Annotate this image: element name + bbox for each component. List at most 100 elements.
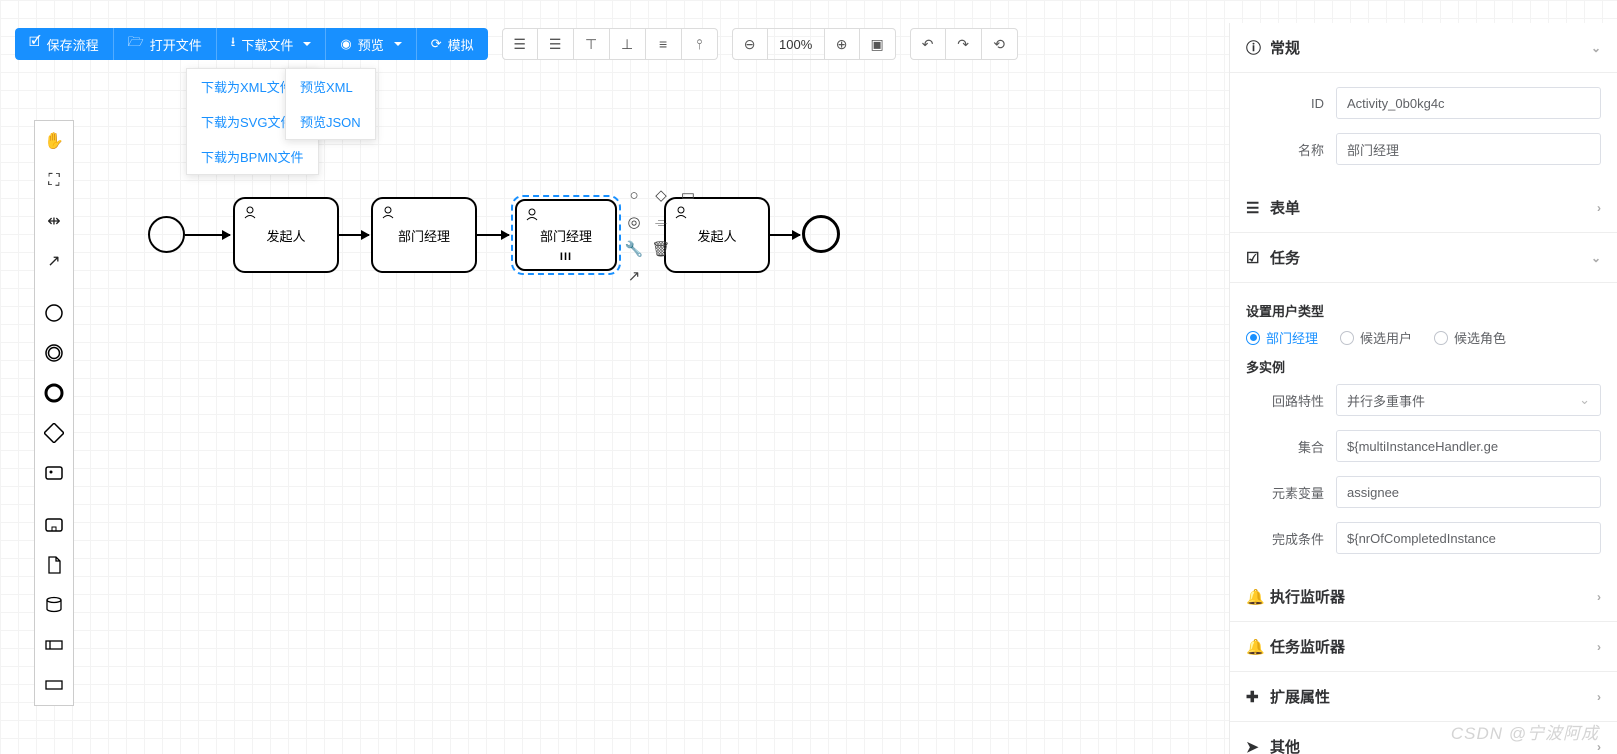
collection-input[interactable] [1336,430,1601,462]
data-object-tool[interactable] [35,545,73,585]
radio-dept-manager-label: 部门经理 [1266,328,1318,347]
ctx-append-gateway[interactable]: ◇ [650,184,672,206]
task-3-selected[interactable]: 部门经理 III [511,195,621,275]
context-pad: ○ ◇ ▭ ◎ ⌯ 🔧 🗑 ↗ [623,184,699,287]
download-bpmn-item[interactable]: 下载为BPMN文件 [187,139,318,174]
hand-tool[interactable]: ✋ [35,121,73,161]
align-center-h-button[interactable]: ≡ [646,28,682,60]
ctx-append-event[interactable]: ○ [623,184,645,206]
task-4-label: 发起人 [697,226,736,245]
name-input[interactable] [1336,133,1601,165]
align-top-button[interactable]: ⊤ [574,28,610,60]
chevron-down-icon: ⌄ [1591,251,1601,265]
section-exec-listener-header[interactable]: 🔔 执行监听器 › [1230,572,1617,622]
user-icon [381,205,395,222]
section-task-listener-header[interactable]: 🔔 任务监听器 › [1230,622,1617,672]
zoom-fit-button[interactable]: ▣ [860,28,896,60]
align-left-button[interactable]: ☰ [502,28,538,60]
flow-3[interactable] [477,234,509,236]
user-icon [525,207,539,224]
section-task-title: 任务 [1270,247,1300,268]
reset-button[interactable]: ⟲ [982,28,1018,60]
lasso-tool[interactable]: ⛶ [35,161,73,201]
user-task-tool[interactable] [35,453,73,493]
section-general-title: 常规 [1270,37,1300,58]
pool-tool[interactable] [35,625,73,665]
subprocess-tool[interactable] [35,505,73,545]
user-type-radios: 部门经理 候选用户 候选角色 [1246,328,1601,347]
properties-panel: ⓘ 常规 ⌄ ID 名称 ☰ 表单 › ☑ 任务 ⌄ 设置用户类型 部门经理 候… [1229,23,1617,754]
ctx-text[interactable]: ⌯ [650,211,672,233]
download-icon: ⭳ [231,33,236,55]
loop-label: 回路特性 [1246,391,1336,410]
send-icon: ➤ [1246,738,1262,754]
section-ext-props-header[interactable]: ✚ 扩展属性 › [1230,672,1617,722]
chevron-right-icon: › [1597,690,1601,704]
chevron-down-icon: ⌄ [1579,392,1590,408]
radio-dept-manager[interactable]: 部门经理 [1246,328,1318,347]
section-form-header[interactable]: ☰ 表单 › [1230,183,1617,233]
bell-icon: 🔔 [1246,638,1262,656]
element-var-input[interactable] [1336,476,1601,508]
gateway-tool[interactable] [35,413,73,453]
open-button[interactable]: 🗁打开文件 [114,28,217,60]
redo-button[interactable]: ↷ [946,28,982,60]
task-1[interactable]: 发起人 [233,197,339,273]
section-other-title: 其他 [1270,736,1300,754]
intermediate-event-tool[interactable] [35,333,73,373]
radio-candidate-user[interactable]: 候选用户 [1340,328,1412,347]
zoom-level: 100% [768,28,824,60]
preview-json-item[interactable]: 预览JSON [286,104,375,139]
id-input[interactable] [1336,87,1601,119]
connect-tool[interactable]: ↗ [35,241,73,281]
ctx-delete[interactable]: 🗑 [650,238,672,260]
data-store-tool[interactable] [35,585,73,625]
start-event[interactable] [148,216,185,253]
simulate-button[interactable]: ⟳模拟 [417,28,488,60]
ctx-wrench[interactable]: 🔧 [623,238,645,260]
zoom-in-button[interactable]: ⊕ [824,28,860,60]
bell-icon: 🔔 [1246,588,1262,606]
radio-candidate-role[interactable]: 候选角色 [1434,328,1506,347]
start-event-tool[interactable] [35,293,73,333]
element-var-label: 元素变量 [1246,483,1336,502]
group-tool[interactable] [35,665,73,705]
complete-cond-input[interactable] [1336,522,1601,554]
chevron-right-icon: › [1597,590,1601,604]
task-2[interactable]: 部门经理 [371,197,477,273]
loop-select[interactable]: 并行多重事件⌄ [1336,384,1601,416]
save-button[interactable]: 🗹 保存流程 [15,28,114,60]
section-form-title: 表单 [1270,197,1300,218]
refresh-icon: ⟳ [431,36,442,52]
form-icon: ☰ [1246,199,1262,217]
end-event-tool[interactable] [35,373,73,413]
ctx-append-task[interactable]: ▭ [677,184,699,206]
align-center-v-button[interactable]: ⫯ [682,28,718,60]
preview-button[interactable]: ◉预览 [326,28,416,60]
section-task-body: 设置用户类型 部门经理 候选用户 候选角色 多实例 回路特性 并行多重事件⌄ 集… [1230,283,1617,572]
download-button[interactable]: ⭳下载文件 [217,28,327,60]
open-label: 打开文件 [150,35,202,54]
section-task-listener-title: 任务监听器 [1270,636,1345,657]
save-label: 保存流程 [47,35,99,54]
save-icon: 🗹 [29,33,41,55]
task-3-label: 部门经理 [540,226,592,245]
chevron-down-icon: ⌄ [1591,41,1601,55]
align-right-button[interactable]: ☰ [538,28,574,60]
zoom-out-button[interactable]: ⊖ [732,28,768,60]
ctx-annotate[interactable]: ◎ [623,211,645,233]
flow-2[interactable] [339,234,369,236]
section-general-header[interactable]: ⓘ 常规 ⌄ [1230,23,1617,73]
end-event[interactable] [802,215,840,253]
flow-1[interactable] [185,234,230,236]
ctx-connect[interactable]: ↗ [623,265,645,287]
undo-button[interactable]: ↶ [910,28,946,60]
flow-5[interactable] [770,234,800,236]
primary-actions: 🗹 保存流程 🗁打开文件 ⭳下载文件 ◉预览 ⟳模拟 [15,28,488,60]
align-bottom-button[interactable]: ⊥ [610,28,646,60]
name-label: 名称 [1246,140,1336,159]
preview-xml-item[interactable]: 预览XML [286,69,375,104]
chevron-right-icon: › [1597,201,1601,215]
space-tool[interactable]: ⇹ [35,201,73,241]
section-task-header[interactable]: ☑ 任务 ⌄ [1230,233,1617,283]
